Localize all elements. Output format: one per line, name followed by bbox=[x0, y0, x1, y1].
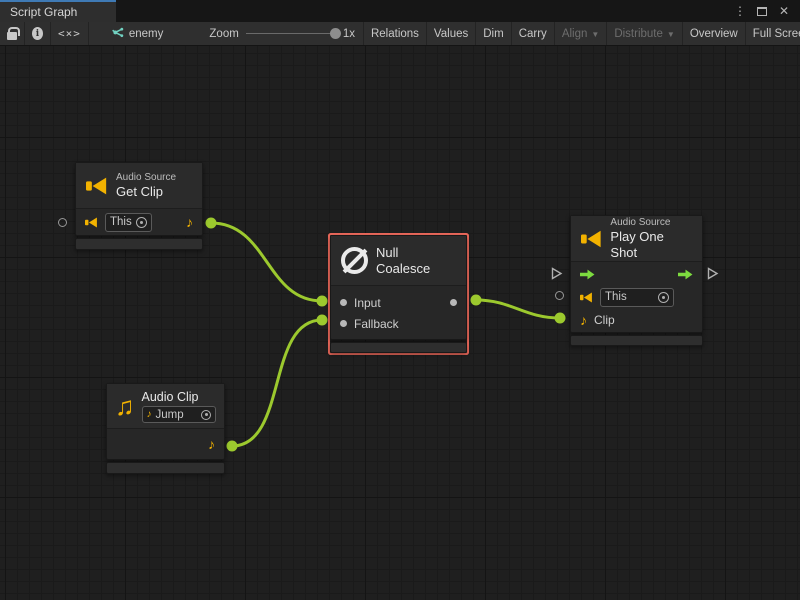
graph-icon bbox=[111, 27, 124, 40]
node-play-one-shot[interactable]: Audio Source Play One Shot bbox=[570, 215, 703, 346]
music-note-icon: ♪ bbox=[208, 437, 215, 451]
zoom-slider-handle[interactable] bbox=[330, 28, 341, 39]
object-picker-icon[interactable] bbox=[136, 217, 147, 228]
maximize-glyph bbox=[757, 7, 767, 16]
values-label: Values bbox=[434, 28, 468, 40]
wire-endpoint[interactable] bbox=[555, 313, 566, 324]
node-footer bbox=[570, 335, 703, 346]
port-flow-in-triangle[interactable] bbox=[551, 267, 563, 280]
relations-button[interactable]: Relations bbox=[364, 22, 426, 45]
tab-bar: Script Graph ⋮ ✕ bbox=[0, 0, 800, 22]
close-icon[interactable]: ✕ bbox=[776, 3, 792, 19]
speaker-icon bbox=[580, 291, 593, 304]
node-category: Audio Source bbox=[610, 216, 692, 229]
target-object-value: This bbox=[605, 291, 654, 303]
music-note-icon: ♪ bbox=[186, 215, 193, 229]
speaker-icon bbox=[581, 228, 602, 250]
tab-script-graph[interactable]: Script Graph bbox=[0, 0, 116, 22]
music-note-icon: ♪ bbox=[147, 408, 152, 422]
wire-endpoint[interactable] bbox=[317, 296, 328, 307]
port-self-input[interactable] bbox=[58, 218, 67, 227]
node-get-clip[interactable]: Audio Source Get Clip This ♪ bbox=[75, 162, 203, 250]
port-result-dot[interactable] bbox=[450, 299, 457, 306]
wire-getclip-to-input[interactable] bbox=[211, 223, 322, 301]
node-title: Get Clip bbox=[116, 184, 176, 200]
port-fallback-label: Fallback bbox=[354, 317, 399, 331]
wire-output-to-clip[interactable] bbox=[476, 300, 560, 318]
port-input-dot[interactable] bbox=[340, 299, 347, 306]
node-null-coalesce[interactable]: Null Coalesce Input Fallback bbox=[330, 235, 467, 353]
node-footer bbox=[106, 462, 225, 474]
speaker-icon bbox=[85, 216, 98, 229]
zoom-value: 1x bbox=[343, 28, 355, 40]
graph-name: enemy bbox=[129, 28, 164, 40]
overview-label: Overview bbox=[690, 28, 738, 40]
relations-label: Relations bbox=[371, 28, 419, 40]
port-input-label: Input bbox=[354, 296, 381, 310]
window-controls: ⋮ ✕ bbox=[732, 0, 800, 22]
info-button[interactable]: i bbox=[25, 22, 51, 45]
chevron-down-icon: ▼ bbox=[667, 30, 675, 39]
music-note-icon: ♪ bbox=[580, 313, 587, 327]
code-icon: <×> bbox=[58, 27, 81, 40]
more-icon[interactable]: ⋮ bbox=[732, 3, 748, 19]
wire-endpoint[interactable] bbox=[227, 441, 238, 452]
carry-label: Carry bbox=[519, 28, 547, 40]
target-object-value: This bbox=[110, 216, 132, 228]
wire-endpoint[interactable] bbox=[206, 218, 217, 229]
node-category: Audio Source bbox=[116, 171, 176, 184]
distribute-button[interactable]: Distribute ▼ bbox=[606, 22, 682, 45]
node-title: Audio Clip bbox=[142, 389, 217, 405]
toolbar-right-group: Relations Values Dim Carry Align ▼ Distr… bbox=[363, 22, 800, 45]
wire-endpoint[interactable] bbox=[317, 315, 328, 326]
lock-icon bbox=[7, 32, 17, 40]
zoom-label: Zoom bbox=[209, 28, 238, 40]
flow-out-arrow-icon[interactable] bbox=[678, 269, 693, 280]
port-self-input[interactable] bbox=[555, 291, 564, 300]
zoom-slider[interactable] bbox=[246, 33, 336, 34]
port-clip-label: Clip bbox=[594, 313, 615, 327]
overview-button[interactable]: Overview bbox=[682, 22, 745, 45]
maximize-icon[interactable] bbox=[754, 3, 770, 19]
lock-button[interactable] bbox=[0, 22, 25, 45]
target-object-field[interactable]: This bbox=[105, 213, 152, 232]
carry-button[interactable]: Carry bbox=[511, 22, 554, 45]
object-picker-icon[interactable] bbox=[201, 410, 211, 420]
node-audio-clip[interactable]: ♫ Audio Clip ♪ Jump ♪ bbox=[106, 383, 225, 474]
speaker-icon bbox=[86, 175, 108, 197]
object-picker-icon[interactable] bbox=[658, 292, 669, 303]
variable-field[interactable]: ♪ Jump bbox=[142, 406, 217, 423]
toolbar: i <×> enemy Zoom 1x Relations Values Dim… bbox=[0, 22, 800, 46]
dim-button[interactable]: Dim bbox=[475, 22, 510, 45]
tab-title: Script Graph bbox=[10, 5, 77, 19]
zoom-control: Zoom 1x bbox=[201, 22, 363, 45]
info-icon: i bbox=[32, 27, 43, 40]
node-title: Null Coalesce bbox=[376, 245, 456, 277]
code-preview-button[interactable]: <×> bbox=[51, 22, 89, 45]
port-fallback-dot[interactable] bbox=[340, 320, 347, 327]
flow-in-arrow-icon[interactable] bbox=[580, 269, 595, 280]
node-footer bbox=[75, 238, 203, 250]
full-screen-button[interactable]: Full Screen bbox=[745, 22, 800, 45]
node-title: Play One Shot bbox=[610, 229, 692, 261]
variable-value: Jump bbox=[156, 409, 198, 421]
chevron-down-icon: ▼ bbox=[591, 30, 599, 39]
node-footer bbox=[330, 342, 467, 353]
port-flow-out-triangle[interactable] bbox=[707, 267, 719, 280]
graph-canvas[interactable]: Audio Source Get Clip This ♪ bbox=[0, 46, 800, 600]
dim-label: Dim bbox=[483, 28, 503, 40]
distribute-label: Distribute bbox=[614, 28, 663, 40]
null-coalesce-icon bbox=[341, 247, 368, 274]
values-button[interactable]: Values bbox=[426, 22, 475, 45]
align-label: Align bbox=[562, 28, 588, 40]
target-object-field[interactable]: This bbox=[600, 288, 674, 307]
full-screen-label: Full Screen bbox=[753, 28, 800, 40]
wire-endpoint[interactable] bbox=[471, 295, 482, 306]
align-button[interactable]: Align ▼ bbox=[554, 22, 607, 45]
graph-breadcrumb[interactable]: enemy bbox=[103, 22, 172, 45]
wire-audioclip-to-fallback[interactable] bbox=[232, 320, 322, 446]
music-notes-icon: ♫ bbox=[115, 393, 135, 419]
